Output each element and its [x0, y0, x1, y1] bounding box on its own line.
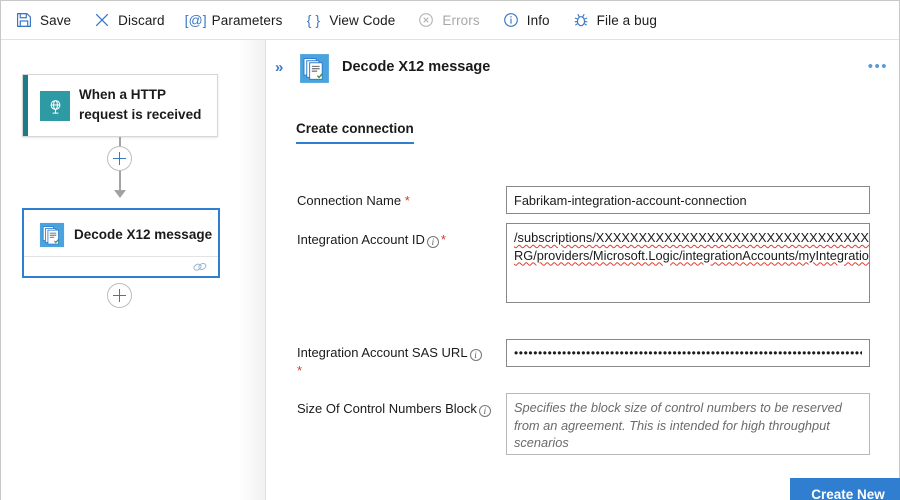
discard-label: Discard: [118, 13, 164, 28]
label-text: Size Of Control Numbers Block: [297, 401, 477, 416]
label-text: Connection Name: [297, 193, 401, 208]
parameters-icon: [@]: [187, 11, 205, 29]
sas-url-label: Integration Account SAS URLi *: [297, 344, 502, 380]
control-numbers-block-input[interactable]: Specifies the block size of control numb…: [506, 393, 870, 455]
node-title: When a HTTP request is received: [79, 85, 211, 125]
errors-icon: [417, 11, 435, 29]
file-a-bug-label: File a bug: [597, 13, 657, 28]
info-icon: [502, 11, 520, 29]
http-request-icon: [40, 91, 70, 121]
decode-x12-icon: [297, 51, 331, 85]
bug-icon: [572, 11, 590, 29]
errors-button[interactable]: Errors: [417, 1, 479, 39]
required-marker: *: [405, 193, 410, 208]
save-icon: [15, 11, 33, 29]
discard-icon: [93, 11, 111, 29]
action-detail-panel: » Decode X12 message ••• Create connecti…: [265, 40, 899, 500]
node-accent-bar: [23, 75, 28, 136]
label-text: Integration Account SAS URL: [297, 345, 468, 360]
view-code-icon: { }: [304, 11, 322, 29]
parameters-button[interactable]: [@] Parameters: [187, 1, 283, 39]
integration-account-id-value: /subscriptions/XXXXXXXXXXXXXXXXXXXXXXXXX…: [514, 230, 870, 263]
node-divider: [24, 256, 218, 257]
view-code-label: View Code: [329, 13, 395, 28]
required-marker: *: [441, 232, 446, 247]
required-marker: *: [297, 363, 302, 378]
integration-account-id-label: Integration Account IDi*: [297, 231, 502, 249]
panel-tabs: Create connection: [296, 120, 414, 148]
integration-account-id-input[interactable]: /subscriptions/XXXXXXXXXXXXXXXXXXXXXXXXX…: [506, 223, 870, 303]
logic-app-designer: Save Discard [@] Parameters { } View Cod…: [0, 0, 900, 500]
add-step-button-2[interactable]: [107, 283, 132, 308]
add-step-button-1[interactable]: [107, 146, 132, 171]
label-text: Integration Account ID: [297, 232, 425, 247]
errors-label: Errors: [442, 13, 479, 28]
collapse-panel-chevron-icon[interactable]: »: [275, 59, 282, 76]
control-numbers-block-label: Size Of Control Numbers Blocki: [297, 400, 512, 418]
connection-name-input[interactable]: Fabrikam-integration-account-connection: [506, 186, 870, 214]
sas-url-masked-value: ••••••••••••••••••••••••••••••••••••••••…: [514, 345, 862, 363]
info-icon[interactable]: i: [427, 236, 439, 248]
chain-link-icon[interactable]: [192, 260, 208, 274]
command-toolbar: Save Discard [@] Parameters { } View Cod…: [1, 1, 899, 40]
connection-name-label: Connection Name *: [297, 192, 502, 210]
node-title: Decode X12 message: [74, 227, 212, 242]
parameters-label: Parameters: [212, 13, 283, 28]
save-button[interactable]: Save: [15, 1, 71, 39]
info-label: Info: [527, 13, 550, 28]
discard-button[interactable]: Discard: [93, 1, 164, 39]
tab-create-connection[interactable]: Create connection: [296, 121, 414, 144]
panel-header: » Decode X12 message •••: [266, 40, 899, 97]
sas-url-input[interactable]: ••••••••••••••••••••••••••••••••••••••••…: [506, 339, 870, 367]
decode-x12-icon: [38, 221, 66, 249]
create-new-button[interactable]: Create New: [790, 478, 900, 500]
workflow-canvas[interactable]: When a HTTP request is received Decode X…: [1, 40, 265, 500]
view-code-button[interactable]: { } View Code: [304, 1, 395, 39]
info-icon[interactable]: i: [479, 405, 491, 417]
panel-title: Decode X12 message: [342, 59, 490, 75]
node-connector-arrow: [114, 190, 126, 198]
save-label: Save: [40, 13, 71, 28]
file-a-bug-button[interactable]: File a bug: [572, 1, 657, 39]
info-icon[interactable]: i: [470, 349, 482, 361]
info-button[interactable]: Info: [502, 1, 550, 39]
workflow-node-decode-x12[interactable]: Decode X12 message: [22, 208, 220, 278]
workflow-node-http-trigger[interactable]: When a HTTP request is received: [22, 74, 218, 137]
panel-more-menu-icon[interactable]: •••: [868, 59, 888, 74]
